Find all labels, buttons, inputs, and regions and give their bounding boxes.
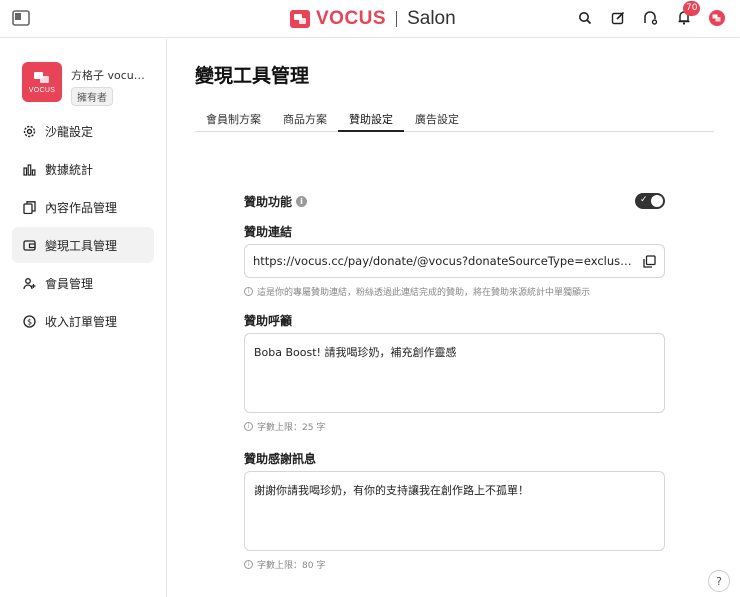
salon-logo-text: VOCUS [28,86,56,94]
sidebar-item-content[interactable]: 內容作品管理 [12,189,154,225]
sidebar-item-label: 沙龍設定 [45,124,94,139]
sidebar-item-statistics[interactable]: 數據統計 [12,151,154,187]
role-badge: 擁有者 [71,87,113,106]
edit-icon[interactable] [608,8,627,27]
main-content: 變現工具管理 會員制方案 商品方案 贊助設定 廣告設定 贊助功能 i ✓ 贊助連… [168,39,740,597]
check-icon: ✓ [640,195,648,205]
tab-ad-settings[interactable]: 廣告設定 [404,112,470,132]
sidebar-item-label: 會員管理 [45,276,94,291]
salon-logo: VOCUS [22,62,62,102]
tab-membership-plans[interactable]: 會員制方案 [195,112,272,132]
info-icon: i [244,287,253,296]
help-icon[interactable]: ? [708,570,730,592]
sidebar-item-label: 變現工具管理 [45,238,118,253]
sponsor-link-value: https://vocus.cc/pay/donate/@vocus?donat… [253,254,633,268]
sponsor-thanks-label: 贊助感謝訊息 [244,452,317,466]
gear-icon [23,125,36,137]
wallet-icon [23,239,36,251]
user-avatar[interactable] [707,8,726,27]
sponsor-call-hint: i 字數上限：25 字 [244,420,665,433]
info-icon[interactable]: i [296,195,308,207]
sponsor-feature-row: 贊助功能 i ✓ [244,192,665,210]
info-icon: i [244,560,253,569]
sponsor-call-label: 贊助呼籲 [244,314,293,328]
hint-text: 字數上限：25 字 [257,423,326,433]
sponsor-thanks-hint: i 字數上限：80 字 [244,558,665,571]
top-bar: VOCUS Salon 70 [0,0,740,38]
bar-chart-icon [23,163,36,176]
copy-icon[interactable] [643,254,656,268]
sponsor-thanks-textarea[interactable]: 謝謝你請我喝珍奶，有你的支持讓我在創作路上不孤單！ [244,471,665,551]
brand-wordmark: VOCUS [316,8,387,29]
sponsor-feature-toggle[interactable]: ✓ [635,193,665,209]
sidebar-item-monetization[interactable]: 變現工具管理 [12,227,154,263]
dollar-icon: $ [23,314,36,328]
sponsor-link-hint: i 這是你的專屬贊助連結，粉絲透過此連結完成的贊助，將在贊助來源統計中單獨顯示 [244,285,665,298]
sidebar-item-salon-settings[interactable]: 沙龍設定 [12,113,154,149]
sidebar-item-label: 內容作品管理 [45,200,118,215]
sidebar-item-orders[interactable]: $ 收入訂單管理 [12,303,154,339]
notification-badge: 70 [683,1,701,16]
brand-logo[interactable]: VOCUS Salon [290,7,456,31]
hint-text: 字數上限：80 字 [257,561,326,571]
sponsor-call-textarea[interactable]: Boba Boost! 請我喝珍奶，補充創作靈感 [244,333,665,413]
salon-name: 方格子 vocus… [71,69,149,82]
users-icon [23,277,36,289]
sidebar-toggle-icon[interactable] [12,10,30,26]
toggle-knob [651,195,663,207]
bell-icon[interactable]: 70 [674,1,701,27]
sidebar-item-members[interactable]: 會員管理 [12,265,154,301]
tab-sponsor-settings[interactable]: 贊助設定 [338,112,404,132]
sidebar-item-label: 收入訂單管理 [45,314,118,329]
search-icon[interactable] [575,8,594,27]
sponsor-link-label: 贊助連結 [244,225,293,239]
brand-divider [396,11,398,27]
salon-card[interactable]: VOCUS 方格子 vocus… 擁有者 [22,62,149,106]
svg-text:$: $ [27,317,32,326]
salon-switch-icon[interactable] [641,8,660,27]
brand-product: Salon [407,8,456,29]
tab-product-plans[interactable]: 商品方案 [272,112,338,132]
page-title: 變現工具管理 [195,65,310,87]
hint-text: 這是你的專屬贊助連結，粉絲透過此連結完成的贊助，將在贊助來源統計中單獨顯示 [257,288,591,298]
info-icon: i [244,422,253,431]
sidebar: VOCUS 方格子 vocus… 擁有者 沙龍設定 數據統計 內容作品管理 變現… [0,39,167,597]
sponsor-feature-label: 贊助功能 [244,194,293,209]
vocus-logo-icon [290,10,310,28]
tab-bar: 會員制方案 商品方案 贊助設定 廣告設定 [195,112,714,132]
sidebar-item-label: 數據統計 [45,162,94,177]
sponsor-link-field[interactable]: https://vocus.cc/pay/donate/@vocus?donat… [244,244,665,278]
sidebar-nav: 沙龍設定 數據統計 內容作品管理 變現工具管理 會員管理 $ 收入訂單管理 [12,113,154,341]
documents-icon [23,200,36,214]
